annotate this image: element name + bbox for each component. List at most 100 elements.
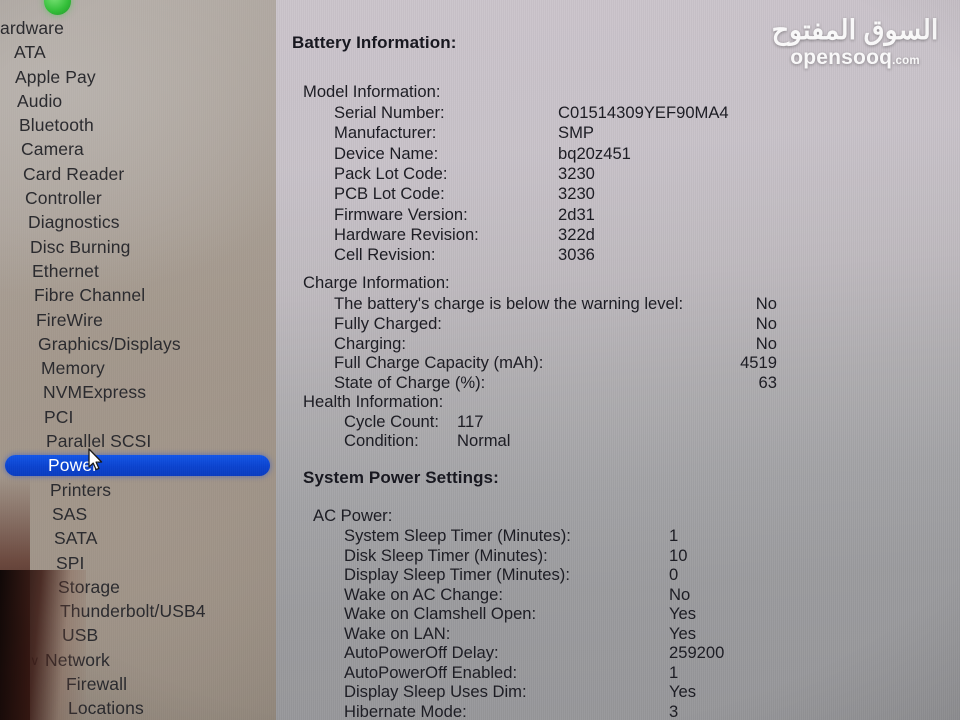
- table-row: Hardware Revision: 322d: [334, 225, 954, 245]
- sidebar-item-label: Diagnostics: [28, 212, 120, 233]
- sidebar-item-firewire[interactable]: FireWire: [0, 308, 276, 332]
- table-row: Display Sleep Uses Dim: Yes: [344, 682, 960, 702]
- sidebar-item-label: Parallel SCSI: [46, 431, 152, 452]
- row-label: Wake on Clamshell Open:: [344, 604, 537, 623]
- sidebar-item-apple-pay[interactable]: Apple Pay: [0, 65, 276, 89]
- sidebar-item-nvmexpress[interactable]: NVMExpress: [0, 380, 276, 404]
- sidebar-item-label: Disc Burning: [30, 236, 131, 257]
- sidebar-item-label: Memory: [41, 358, 105, 379]
- sidebar-item-ardware[interactable]: ardware: [0, 16, 276, 40]
- row-value: 3230: [558, 163, 595, 183]
- row-label: System Sleep Timer (Minutes):: [344, 526, 571, 545]
- sidebar-item-label: NVMExpress: [43, 382, 147, 403]
- sidebar-item-label: Bluetooth: [19, 115, 94, 136]
- sidebar-item-sata[interactable]: SATA: [0, 526, 276, 550]
- sidebar-item-ethernet[interactable]: Ethernet: [0, 259, 276, 283]
- sidebar-item-label: Apple Pay: [15, 66, 96, 87]
- health-information-group: Health Information:: [303, 392, 444, 411]
- screen-photo: ardware ATA Apple Pay Audio Bluetooth Camera C…: [0, 0, 960, 720]
- row-value: 3230: [558, 184, 595, 204]
- sidebar-item-label: ATA: [14, 42, 46, 63]
- row-value: Yes: [669, 682, 697, 701]
- sidebar-item-label: Power: [48, 455, 99, 476]
- row-value: 3036: [558, 245, 595, 265]
- sidebar-item-locations[interactable]: Locations: [0, 696, 276, 720]
- sidebar-item-memory[interactable]: Memory: [0, 356, 276, 380]
- row-value: 3: [669, 701, 679, 720]
- sidebar-item-storage[interactable]: Storage: [0, 575, 276, 599]
- row-value: 117: [457, 412, 484, 431]
- row-label: Firmware Version:: [334, 204, 468, 224]
- sidebar-item-audio[interactable]: Audio: [0, 89, 276, 113]
- content-pane: Battery Information: Model Information: …: [276, 0, 960, 720]
- sidebar-item-label: Card Reader: [23, 163, 125, 184]
- row-value: 0: [669, 565, 679, 584]
- sidebar-item-label: Printers: [50, 479, 112, 500]
- row-value: Normal: [457, 431, 511, 451]
- row-value: 2d31: [558, 204, 595, 224]
- table-row: Disk Sleep Timer (Minutes): 10: [344, 546, 960, 566]
- table-row: Hibernate Mode: 3: [344, 702, 960, 720]
- sidebar-item-bluetooth[interactable]: Bluetooth: [0, 113, 276, 137]
- table-row: PCB Lot Code: 3230: [334, 184, 954, 204]
- sidebar-item-firewall[interactable]: Firewall: [0, 672, 276, 696]
- sidebar-item-power[interactable]: Power: [0, 453, 276, 477]
- sidebar-item-parallel-scsi[interactable]: Parallel SCSI: [0, 429, 276, 453]
- sidebar-item-label: Controller: [25, 188, 102, 209]
- row-label: Serial Number:: [334, 103, 445, 122]
- sidebar-item-label: SATA: [54, 528, 98, 549]
- sidebar-item-card-reader[interactable]: Card Reader: [0, 162, 276, 186]
- sidebar-item-graphics-displays[interactable]: Graphics/Displays: [0, 332, 276, 356]
- sidebar-item-fibre-channel[interactable]: Fibre Channel: [0, 283, 276, 307]
- row-value: 1: [669, 662, 679, 682]
- sidebar-item-pci[interactable]: PCI: [0, 405, 276, 429]
- charge-information-group: Charge Information:: [303, 273, 450, 292]
- table-row: Serial Number: C01514309YEF90MA4: [334, 103, 954, 123]
- sidebar-nav-list: ardware ATA Apple Pay Audio Bluetooth Camera C…: [0, 16, 276, 720]
- battery-information-title: Battery Information:: [292, 33, 457, 52]
- row-value: 1: [669, 526, 679, 545]
- sidebar: ardware ATA Apple Pay Audio Bluetooth Camera C…: [0, 0, 276, 720]
- sidebar-item-camera[interactable]: Camera: [0, 137, 276, 161]
- row-label: Device Name:: [334, 143, 439, 163]
- sidebar-item-network[interactable]: ∨ Network: [0, 648, 276, 672]
- sidebar-item-sas[interactable]: SAS: [0, 502, 276, 526]
- row-label: Wake on AC Change:: [344, 584, 503, 604]
- row-label: Display Sleep Uses Dim:: [344, 682, 527, 701]
- row-value: C01514309YEF90MA4: [558, 103, 729, 122]
- sidebar-item-thunderbolt-usb4[interactable]: Thunderbolt/USB4: [0, 599, 276, 623]
- table-row: System Sleep Timer (Minutes): 1: [344, 526, 960, 546]
- row-value: No: [755, 333, 777, 353]
- row-label: Cycle Count:: [344, 412, 439, 431]
- sidebar-item-label: ∨ Network: [30, 650, 110, 670]
- table-row: Wake on LAN: Yes: [344, 624, 960, 644]
- sidebar-item-printers[interactable]: Printers: [0, 478, 276, 502]
- chevron-down-icon[interactable]: ∨: [30, 649, 43, 673]
- row-label: Display Sleep Timer (Minutes):: [344, 565, 570, 584]
- table-row: Condition: Normal: [344, 431, 960, 451]
- sidebar-item-spi[interactable]: SPI: [0, 551, 276, 575]
- sidebar-item-ata[interactable]: ATA: [0, 40, 276, 64]
- sidebar-item-label: SPI: [56, 552, 85, 573]
- sidebar-item-label: ardware: [0, 18, 64, 38]
- sidebar-item-label: Firewall: [66, 674, 128, 695]
- sidebar-item-disc-burning[interactable]: Disc Burning: [0, 235, 276, 259]
- row-label: Pack Lot Code:: [334, 163, 448, 183]
- row-value: No: [755, 313, 777, 333]
- row-value: 322d: [558, 224, 595, 244]
- sidebar-item-controller[interactable]: Controller: [0, 186, 276, 210]
- sidebar-item-usb[interactable]: USB: [0, 623, 276, 647]
- sidebar-item-diagnostics[interactable]: Diagnostics: [0, 210, 276, 234]
- selection-highlight: [5, 455, 270, 477]
- table-row: Display Sleep Timer (Minutes): 0: [344, 565, 960, 585]
- row-value: SMP: [558, 123, 594, 143]
- sidebar-item-label: Camera: [21, 139, 84, 160]
- row-label: AutoPowerOff Enabled:: [344, 662, 518, 682]
- row-value: Yes: [669, 604, 697, 623]
- row-label: Fully Charged:: [334, 313, 442, 333]
- row-value: No: [669, 584, 691, 604]
- green-maximize-button[interactable]: [44, 0, 71, 15]
- ac-power-group: AC Power:: [313, 506, 393, 525]
- table-row: Cycle Count: 117: [344, 412, 960, 432]
- table-row: Firmware Version: 2d31: [334, 205, 954, 225]
